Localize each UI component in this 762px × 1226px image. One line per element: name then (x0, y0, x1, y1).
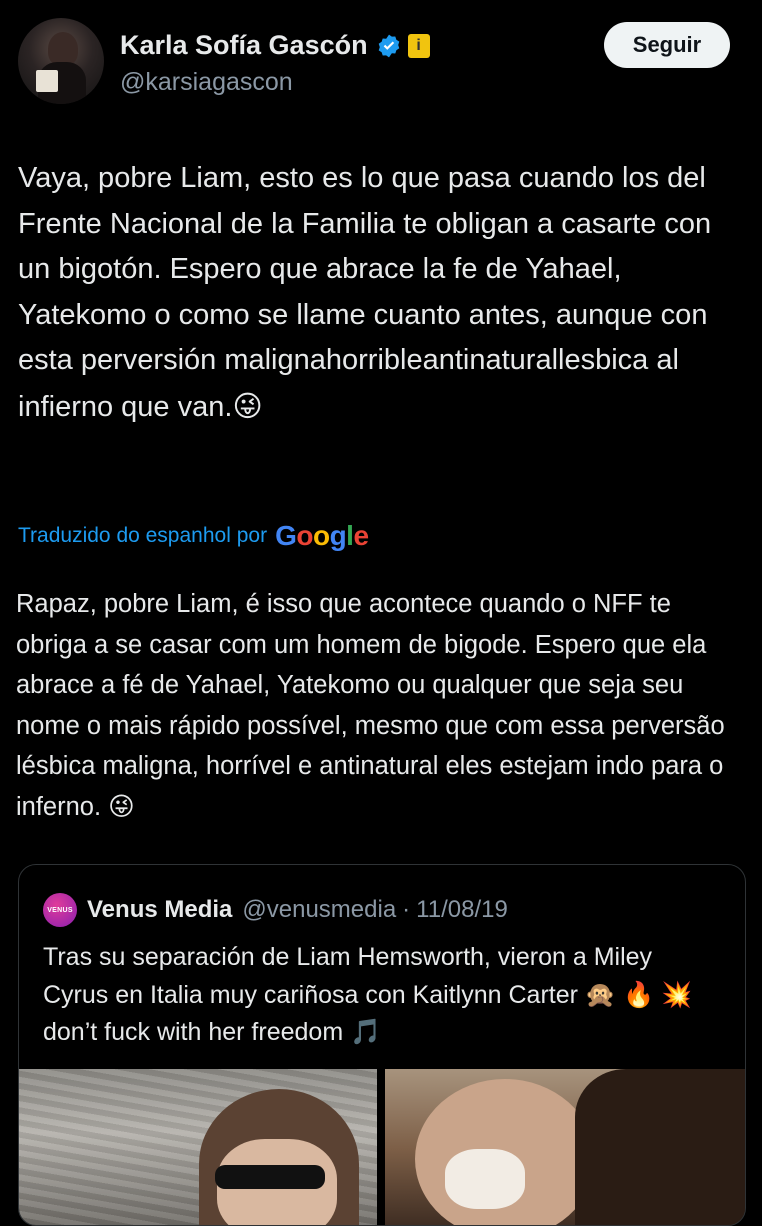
translated-text: Rapaz, pobre Liam, é isso que acontece q… (16, 584, 746, 827)
follow-button[interactable]: Seguir (604, 22, 730, 68)
author-avatar[interactable] (18, 18, 104, 104)
quoted-tweet[interactable]: VENUS Venus Media @venusmedia · 11/08/19… (18, 864, 746, 1226)
quoted-tweet-date[interactable]: 11/08/19 (416, 896, 508, 924)
tweet-header: Karla Sofía Gascón i @karsiagascon Segui… (18, 18, 744, 108)
translation-body: Rapaz, pobre Liam, é isso que acontece q… (16, 590, 732, 821)
author-handle[interactable]: @karsiagascon (120, 68, 293, 97)
date-separator: · (402, 896, 411, 923)
google-logo: Google (275, 520, 369, 551)
translation-attribution[interactable]: Traduzido do espanhol por Google (18, 520, 369, 552)
quoted-tweet-header: VENUS Venus Media @venusmedia · 11/08/19 (43, 893, 508, 927)
quoted-media-image[interactable] (19, 1069, 377, 1225)
tweet-body: Vaya, pobre Liam, esto es lo que pasa cu… (18, 162, 720, 423)
translation-label: Traduzido do espanhol por (18, 524, 268, 547)
winking-tongue-emoji: 😜 (108, 791, 135, 822)
quoted-tweet-text: Tras su separación de Liam Hemsworth, vi… (43, 943, 700, 1046)
quoted-author-name[interactable]: Venus Media (87, 896, 232, 924)
verified-badge-icon (378, 34, 399, 57)
winking-tongue-emoji: 😜 (232, 388, 263, 423)
quoted-media-image[interactable] (385, 1069, 745, 1225)
quoted-author-avatar[interactable]: VENUS (43, 893, 77, 927)
tweet-text: Vaya, pobre Liam, esto es lo que pasa cu… (18, 156, 750, 430)
author-name[interactable]: Karla Sofía Gascón (120, 30, 368, 61)
info-badge-icon: i (407, 33, 430, 58)
quoted-author-handle[interactable]: @venusmedia (242, 896, 396, 924)
author-name-row: Karla Sofía Gascón i (120, 30, 430, 61)
